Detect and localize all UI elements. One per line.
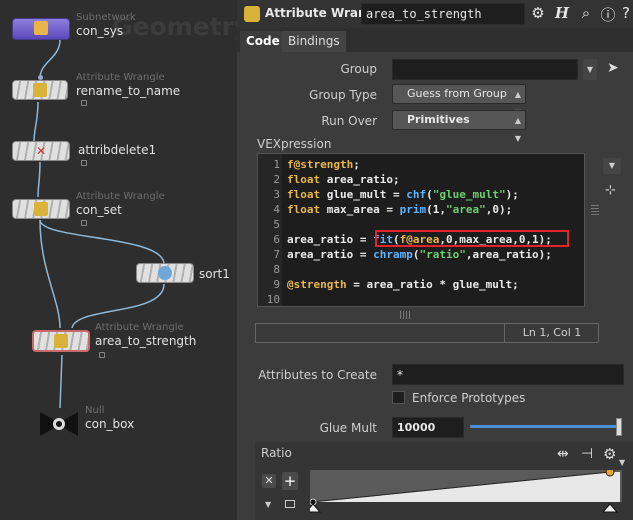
line-number-gutter: 1 2 3 4 5 6 7 8 9 10 — [258, 154, 282, 306]
help-icon[interactable]: ? — [619, 4, 633, 22]
ratio-label: Ratio — [261, 446, 292, 460]
group-menu-arrow[interactable]: ▼ — [583, 59, 597, 80]
group-field[interactable] — [392, 59, 578, 80]
code-line: @strength = area_ratio * glue_mult; — [287, 278, 519, 291]
glue-mult-slider[interactable] — [470, 425, 622, 428]
node-type-label: Attribute Wrangle — [95, 322, 184, 333]
cursor-position: Ln 1, Col 1 — [522, 326, 582, 339]
run-over-menu[interactable]: Primitives ▲ ▼ — [392, 110, 526, 143]
subnet-icon — [34, 21, 48, 35]
parameter-pane: Attribute Wrangle area_to_strength ⚙ H ⌕… — [237, 0, 633, 520]
wrangle-icon — [34, 202, 48, 216]
ramp-fit-icon[interactable] — [285, 500, 295, 508]
code-line: area_ratio = chramp("ratio",area_ratio); — [287, 248, 552, 261]
group-label: Group — [340, 62, 377, 76]
node-type-label: Null — [85, 405, 105, 416]
line-number: 3 — [273, 188, 280, 201]
ramp-flip-icon[interactable]: ⊣ — [581, 446, 593, 462]
fit-highlight-box — [375, 230, 569, 247]
line-number: 1 — [273, 158, 280, 171]
ramp-gear-icon[interactable]: ⚙ — [603, 445, 616, 463]
ramp-menu-icon[interactable]: ▼ — [619, 458, 625, 467]
wrangle-icon — [54, 334, 68, 348]
node-name-label: attribdelete1 — [78, 143, 157, 157]
node-name-label: sort1 — [199, 267, 230, 281]
group-type-menu[interactable]: Guess from Group ▲▼ — [392, 84, 526, 117]
group-type-value: Guess from Group — [407, 87, 507, 100]
search-icon[interactable]: ⌕ — [577, 4, 595, 22]
wrangle-icon — [33, 83, 47, 97]
attribs-create-field[interactable]: * — [392, 364, 624, 385]
enforce-prototypes-checkbox[interactable] — [392, 391, 405, 404]
group-type-label: Group Type — [309, 88, 377, 102]
line-number: 9 — [273, 278, 280, 291]
glue-mult-label: Glue Mult — [319, 421, 377, 435]
lock-icon — [81, 160, 87, 166]
resize-grip-icon[interactable] — [400, 311, 410, 319]
ramp-dropdown-icon[interactable]: ▼ — [265, 500, 271, 509]
line-number: 8 — [273, 263, 280, 276]
node-con-set[interactable] — [12, 199, 70, 219]
null-node-icon — [40, 412, 78, 436]
node-name-label: area_to_strength — [95, 334, 197, 348]
ratio-ramp-graph[interactable] — [310, 470, 624, 516]
enforce-prototypes-label: Enforce Prototypes — [412, 391, 526, 405]
node-con-sys[interactable] — [12, 18, 70, 40]
node-attribdelete1[interactable]: ✕ — [12, 141, 70, 161]
help-h-icon[interactable]: H — [553, 4, 571, 22]
vex-code-editor[interactable]: 1 2 3 4 5 6 7 8 9 10 f@strength; float area_ratio;… — [257, 153, 585, 307]
code-line: float max_area = prim(1,"area",0); — [287, 203, 513, 216]
run-over-label: Run Over — [321, 114, 377, 128]
node-name-label: con_box — [85, 417, 135, 431]
node-type-label: Attribute Wrangle — [76, 191, 165, 202]
code-line: float area_ratio; — [287, 173, 400, 186]
glue-mult-slider-handle[interactable] — [616, 418, 622, 436]
editor-scroll-arrow[interactable]: ▼ — [603, 158, 621, 174]
code-line: f@strength; — [287, 158, 360, 171]
network-editor[interactable]: Geometry Subnetwork con_sys Attribute Wr… — [0, 0, 237, 520]
editor-status-bar: Ln 1, Col 1 — [255, 323, 599, 343]
attribs-create-label: Attributes to Create — [258, 368, 377, 382]
node-sort1[interactable] — [136, 263, 194, 283]
info-icon[interactable]: ⓘ — [599, 4, 617, 24]
pick-selection-icon[interactable]: ➤ — [607, 60, 619, 76]
node-name-label: con_set — [76, 203, 122, 217]
lock-icon — [81, 100, 87, 106]
tab-bindings[interactable]: Bindings — [282, 31, 346, 52]
ramp-scale-icon[interactable]: ⇹ — [557, 446, 569, 462]
node-type-label: Attribute Wrangle — [76, 72, 165, 83]
code-line: float glue_mult = chf("glue_mult"); — [287, 188, 519, 201]
gear-icon[interactable]: ⚙ — [529, 4, 547, 22]
expand-editor-icon[interactable]: ⊹ — [605, 183, 616, 198]
node-name-field[interactable]: area_to_strength — [361, 3, 525, 25]
run-over-value: Primitives — [407, 113, 470, 126]
line-number: 4 — [273, 203, 280, 216]
updown-arrow-icon: ▲▼ — [514, 116, 521, 143]
lock-icon — [81, 220, 87, 226]
delete-icon: ✕ — [35, 144, 47, 158]
node-name-label: rename_to_name — [76, 84, 181, 98]
tab-code[interactable]: Code — [240, 31, 286, 52]
wrangle-type-icon — [244, 6, 260, 22]
resize-grip-icon[interactable] — [591, 205, 599, 215]
tab-bar: Code Bindings — [237, 28, 633, 52]
remove-point-button[interactable]: ✕ — [262, 474, 276, 488]
node-rename-to-name[interactable] — [12, 80, 68, 100]
node-name-label: con_sys — [76, 24, 124, 38]
line-number: 6 — [273, 233, 280, 246]
parameter-header: Attribute Wrangle area_to_strength ⚙ H ⌕… — [237, 0, 633, 28]
line-number: 5 — [273, 218, 280, 231]
vexpression-label: VEXpression — [257, 137, 332, 151]
line-number: 7 — [273, 248, 280, 261]
node-con-box[interactable] — [38, 410, 80, 438]
sort-icon — [158, 266, 172, 280]
node-area-to-strength[interactable] — [32, 330, 90, 352]
add-point-button[interactable]: + — [282, 472, 298, 490]
lock-icon — [99, 352, 105, 358]
input-connector[interactable] — [38, 75, 43, 80]
line-number: 10 — [266, 293, 280, 306]
line-number: 2 — [273, 173, 280, 186]
node-type-label: Subnetwork — [76, 12, 136, 23]
glue-mult-field[interactable]: 10000 — [392, 417, 464, 438]
